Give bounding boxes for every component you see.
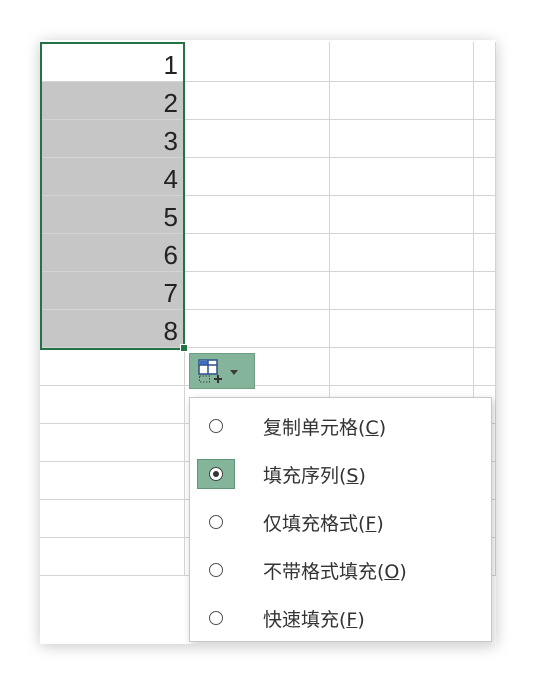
cell[interactable]	[185, 82, 330, 120]
radio-fill-series[interactable]	[197, 459, 235, 489]
menu-item-label: 填充序列(S)	[263, 464, 366, 487]
cell[interactable]	[474, 42, 496, 82]
radio-fill-without-formatting[interactable]	[197, 555, 235, 585]
radio-fill-formatting-only[interactable]	[197, 507, 235, 537]
cell[interactable]	[185, 272, 330, 310]
spreadsheet: 1 2 3 4 5 6 7 8 复制单元格(C) 填充序列(S) 仅填充格式(F) 不带格式填…	[40, 40, 496, 644]
cell[interactable]	[474, 234, 496, 272]
cell[interactable]	[330, 348, 474, 386]
cell[interactable]	[330, 310, 474, 348]
cell[interactable]	[474, 82, 496, 120]
cell[interactable]	[185, 158, 330, 196]
radio-flash-fill[interactable]	[197, 603, 235, 633]
cell[interactable]: 1	[40, 42, 185, 82]
cell[interactable]	[40, 348, 185, 386]
cell[interactable]	[474, 158, 496, 196]
cell[interactable]	[185, 42, 330, 82]
cell[interactable]	[330, 234, 474, 272]
menu-item-label: 复制单元格(C)	[263, 416, 387, 439]
cell[interactable]	[474, 196, 496, 234]
cell[interactable]: 8	[40, 310, 185, 348]
autofill-options-icon	[198, 359, 222, 383]
cell-value: 4	[163, 164, 178, 194]
fill-handle[interactable]	[180, 344, 188, 352]
cell-value: 5	[163, 202, 178, 232]
cell[interactable]	[40, 500, 185, 538]
cell[interactable]: 2	[40, 82, 185, 120]
cell-value: 1	[163, 50, 178, 80]
cell[interactable]	[40, 538, 185, 576]
cell[interactable]	[330, 158, 474, 196]
cell[interactable]	[330, 120, 474, 158]
cell[interactable]	[185, 234, 330, 272]
auto-fill-options-button[interactable]	[189, 353, 255, 389]
auto-fill-options-menu: 复制单元格(C) 填充序列(S) 仅填充格式(F) 不带格式填充(O) 快速填充…	[189, 397, 492, 642]
cell[interactable]: 5	[40, 196, 185, 234]
cell[interactable]: 4	[40, 158, 185, 196]
cell[interactable]	[185, 310, 330, 348]
cell-value: 7	[163, 278, 178, 308]
menu-item-copy-cells[interactable]: 复制单元格(C)	[190, 402, 491, 450]
cell[interactable]	[474, 120, 496, 158]
radio-circle-icon	[209, 419, 223, 433]
dropdown-arrow-icon	[230, 369, 238, 375]
cell[interactable]: 3	[40, 120, 185, 158]
cell[interactable]: 7	[40, 272, 185, 310]
cell[interactable]	[40, 386, 185, 424]
cell-value: 2	[163, 88, 178, 118]
cell[interactable]	[40, 462, 185, 500]
cell-value: 8	[163, 316, 178, 346]
menu-item-label: 不带格式填充(O)	[263, 560, 407, 583]
menu-item-fill-without-formatting[interactable]: 不带格式填充(O)	[190, 546, 491, 594]
cell[interactable]	[330, 272, 474, 310]
menu-item-fill-series[interactable]: 填充序列(S)	[190, 450, 491, 498]
cell[interactable]	[330, 196, 474, 234]
radio-circle-icon	[209, 611, 223, 625]
menu-item-fill-formatting-only[interactable]: 仅填充格式(F)	[190, 498, 491, 546]
radio-circle-icon	[209, 563, 223, 577]
menu-item-label: 快速填充(F)	[263, 608, 365, 631]
cell[interactable]	[474, 348, 496, 386]
cell[interactable]	[185, 120, 330, 158]
radio-copy-cells[interactable]	[197, 411, 235, 441]
cell[interactable]	[185, 196, 330, 234]
menu-item-label: 仅填充格式(F)	[263, 512, 384, 535]
cell-value: 3	[163, 126, 178, 156]
radio-selected-icon	[209, 467, 223, 481]
menu-item-flash-fill[interactable]: 快速填充(F)	[190, 594, 491, 642]
cell-value: 6	[163, 240, 178, 270]
cell[interactable]	[474, 310, 496, 348]
cell[interactable]	[330, 42, 474, 82]
cell[interactable]	[330, 82, 474, 120]
cell[interactable]	[40, 424, 185, 462]
cell[interactable]: 6	[40, 234, 185, 272]
radio-circle-icon	[209, 515, 223, 529]
cell[interactable]	[474, 272, 496, 310]
